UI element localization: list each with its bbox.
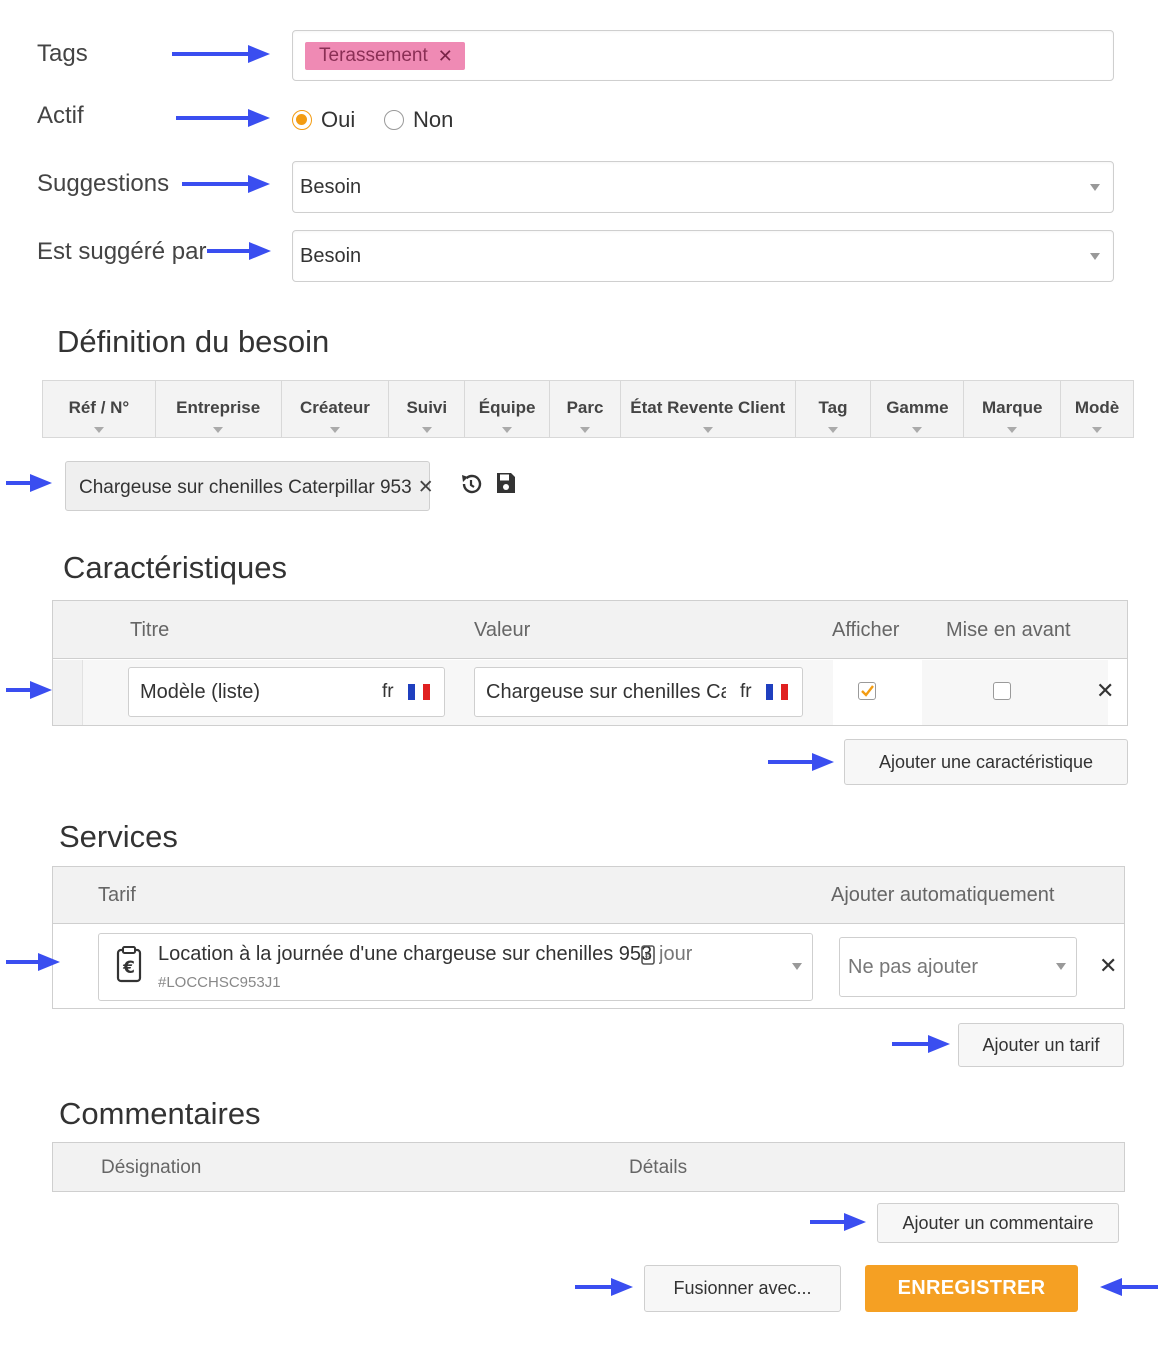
arrow-merge <box>575 1277 635 1297</box>
caracteristiques-header: Titre Valeur Afficher Mise en avant <box>53 601 1127 659</box>
arrow-tags <box>172 44 272 64</box>
save-button[interactable]: ENREGISTRER <box>865 1265 1078 1312</box>
check-icon <box>861 685 874 697</box>
svg-text:€: € <box>122 958 135 978</box>
commentaires-title: Commentaires <box>59 1096 261 1131</box>
filter-chip[interactable]: Chargeuse sur chenilles Caterpillar 953 ✕ <box>65 461 434 511</box>
titre-value: Modèle (liste) <box>140 681 261 703</box>
filter-remove-icon[interactable]: ✕ <box>418 477 434 498</box>
receipt-euro-icon: € <box>641 945 655 970</box>
actif-oui-radio[interactable] <box>292 110 312 130</box>
header-tarif: Tarif <box>98 884 136 906</box>
actif-non-label: Non <box>413 107 454 132</box>
auto-add-select[interactable]: Ne pas ajouter <box>839 937 1077 997</box>
column-gamme[interactable]: Gamme <box>871 381 965 437</box>
arrow-actif <box>176 108 272 128</box>
titre-input[interactable]: Modèle (liste) fr <box>128 667 445 717</box>
arrow-save <box>1098 1277 1158 1297</box>
column-modele[interactable]: Modè <box>1061 381 1133 437</box>
actif-oui-label: Oui <box>321 107 356 132</box>
tags-label: Tags <box>37 40 88 67</box>
column-suivi[interactable]: Suivi <box>389 381 466 437</box>
column-header-bar: Réf / N° Entreprise Créateur Suivi Équip… <box>42 380 1134 438</box>
column-createur[interactable]: Créateur <box>282 381 390 437</box>
valeur-value: Chargeuse sur chenilles Caterpillar 953 <box>486 681 726 703</box>
row-handle[interactable] <box>53 660 83 725</box>
column-tag[interactable]: Tag <box>796 381 872 437</box>
arrow-add-tarif <box>892 1034 952 1054</box>
tag-chip-label: Terassement <box>319 45 428 66</box>
suggested-by-value: Besoin <box>300 245 362 267</box>
tarif-label: Location à la journée d'une chargeuse su… <box>158 943 653 965</box>
chevron-down-icon <box>1056 963 1066 970</box>
add-caracteristique-button[interactable]: Ajouter une caractéristique <box>844 739 1128 785</box>
arrow-service-row <box>6 952 62 972</box>
header-afficher: Afficher <box>832 619 900 641</box>
flag-fr-icon <box>766 684 788 700</box>
chevron-down-icon <box>792 963 802 970</box>
actif-label: Actif <box>37 102 84 129</box>
titre-lang[interactable]: fr <box>382 681 394 703</box>
table-row: Modèle (liste) fr Chargeuse sur chenille… <box>53 660 1127 725</box>
header-valeur: Valeur <box>474 619 531 641</box>
commentaires-table: Désignation Détails <box>52 1142 1125 1192</box>
chevron-down-icon <box>1090 184 1100 191</box>
filter-chip-label: Chargeuse sur chenilles Caterpillar 953 <box>79 477 412 498</box>
clipboard-euro-icon: € <box>116 945 142 988</box>
column-ref[interactable]: Réf / N° <box>43 381 156 437</box>
header-details: Détails <box>629 1157 688 1178</box>
arrow-suggested-by <box>207 241 273 261</box>
header-designation: Désignation <box>101 1157 202 1178</box>
chevron-down-icon <box>1090 253 1100 260</box>
add-tarif-button[interactable]: Ajouter un tarif <box>958 1023 1124 1067</box>
arrow-filter <box>6 473 54 493</box>
suggestions-label: Suggestions <box>37 170 170 197</box>
column-marque[interactable]: Marque <box>964 381 1062 437</box>
arrow-suggestions <box>182 174 272 194</box>
caracteristiques-title: Caractéristiques <box>63 550 287 585</box>
history-icon[interactable] <box>459 472 483 501</box>
column-entreprise[interactable]: Entreprise <box>156 381 282 437</box>
arrow-carac-row <box>6 680 54 700</box>
valeur-lang[interactable]: fr <box>740 681 752 703</box>
tags-input[interactable]: Terassement ✕ <box>292 30 1114 81</box>
remove-row-icon[interactable]: ✕ <box>1096 678 1114 704</box>
arrow-add-carac <box>768 752 836 772</box>
mise-en-avant-checkbox[interactable] <box>993 682 1011 700</box>
header-ajouter-auto: Ajouter automatiquement <box>831 884 1055 906</box>
remove-tarif-icon[interactable]: ✕ <box>1099 953 1117 979</box>
row-options-bg <box>922 660 1108 725</box>
svg-text:€: € <box>645 952 651 963</box>
definition-title: Définition du besoin <box>57 324 330 359</box>
valeur-input[interactable]: Chargeuse sur chenilles Caterpillar 953 … <box>474 667 803 717</box>
auto-add-value: Ne pas ajouter <box>848 956 979 978</box>
tag-remove-icon[interactable]: ✕ <box>438 46 453 67</box>
header-mise-en-avant: Mise en avant <box>946 619 1071 641</box>
tarif-select[interactable]: € Location à la journée d'une chargeuse … <box>98 933 813 1001</box>
afficher-checkbox[interactable] <box>858 682 876 700</box>
column-parc[interactable]: Parc <box>550 381 621 437</box>
actif-non-radio[interactable] <box>384 110 404 130</box>
arrow-add-comment <box>810 1212 868 1232</box>
suggestions-value: Besoin <box>300 176 362 198</box>
floppy-disk-icon[interactable] <box>495 471 517 500</box>
tag-chip: Terassement ✕ <box>305 42 465 70</box>
column-etat-revente[interactable]: État Revente Client <box>621 381 796 437</box>
services-header: Tarif Ajouter automatiquement <box>53 867 1124 924</box>
services-table: Tarif Ajouter automatiquement € Location… <box>52 866 1125 1009</box>
caracteristiques-table: Titre Valeur Afficher Mise en avant Modè… <box>52 600 1128 726</box>
services-title: Services <box>59 819 178 854</box>
header-titre: Titre <box>130 619 170 641</box>
suggestions-select[interactable]: Besoin <box>292 161 1114 213</box>
merge-button[interactable]: Fusionner avec... <box>644 1265 841 1312</box>
add-commentaire-button[interactable]: Ajouter un commentaire <box>877 1203 1119 1243</box>
suggested-by-label: Est suggéré par <box>37 238 207 265</box>
tarif-unit: jour <box>659 943 693 965</box>
flag-fr-icon <box>408 684 430 700</box>
column-equipe[interactable]: Équipe <box>465 381 551 437</box>
tarif-code: #LOCCHSC953J1 <box>158 974 281 991</box>
suggested-by-select[interactable]: Besoin <box>292 230 1114 282</box>
